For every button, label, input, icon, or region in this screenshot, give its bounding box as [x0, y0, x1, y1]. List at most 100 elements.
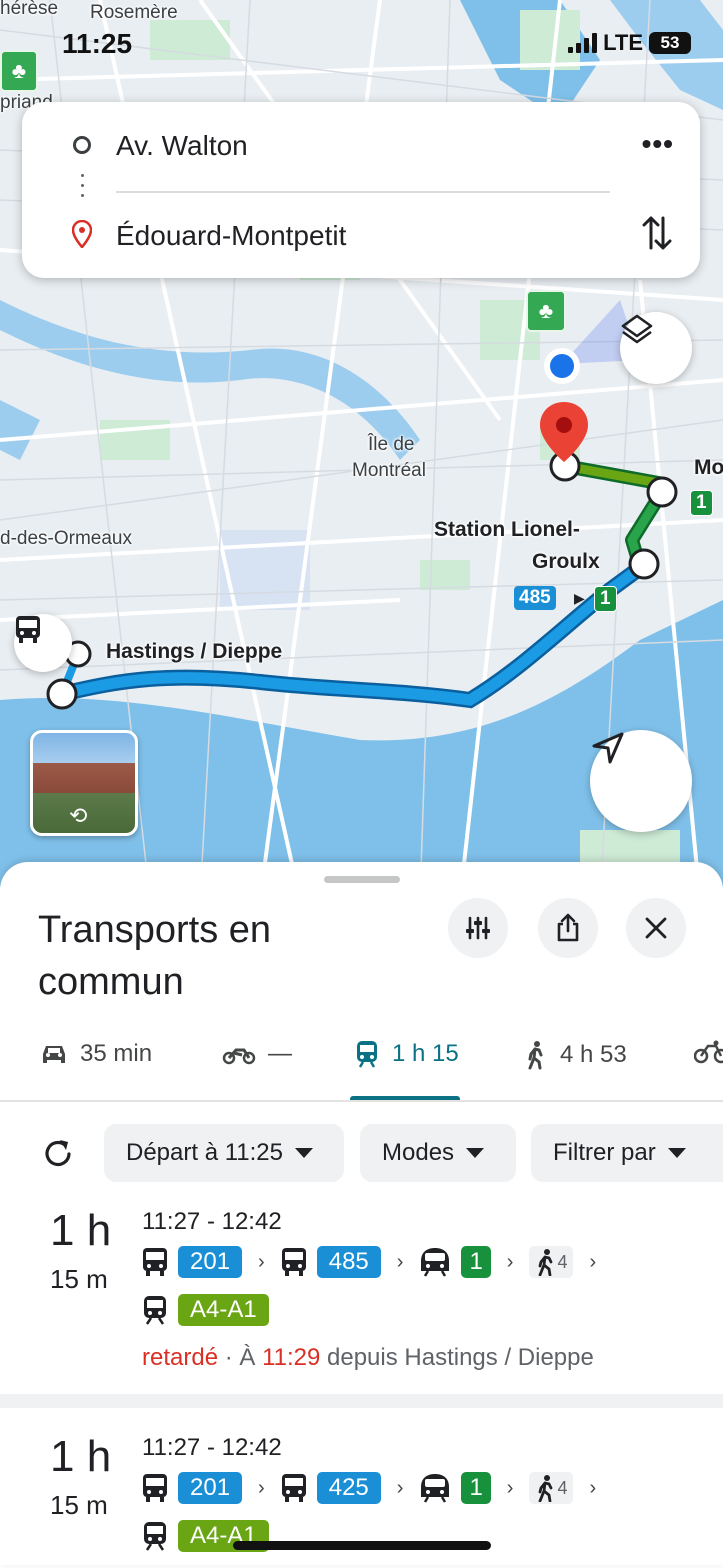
route-card: Av. Walton Édouard-Montpetit ••• — [22, 102, 700, 278]
motorcycle-icon — [222, 1048, 256, 1065]
chevron-down-icon — [295, 1148, 313, 1158]
time-range: 11:27 - 12:42 — [142, 1208, 282, 1235]
station-label[interactable]: Station Lionel- — [434, 518, 580, 542]
swap-vertical-icon[interactable] — [642, 214, 672, 261]
stop-label[interactable]: Hastings / Dieppe — [106, 640, 282, 664]
route-legs: 201 › 485 › 1 › 4 › — [142, 1246, 602, 1278]
bus-icon — [281, 1474, 306, 1502]
departure-time-chip[interactable]: Départ à 11:25 — [104, 1124, 344, 1182]
status-time: 11:25 — [62, 28, 133, 59]
train-icon — [144, 1296, 166, 1325]
map-label: Île de — [368, 434, 415, 455]
chevron-down-icon — [466, 1148, 485, 1158]
chevron-right-icon: › — [258, 1250, 265, 1273]
train-icon — [144, 1522, 166, 1551]
layers-button[interactable] — [620, 312, 692, 384]
close-icon — [645, 917, 667, 939]
metro-line-badge: 1 — [461, 1246, 491, 1278]
walk-icon — [528, 1041, 543, 1070]
battery-icon: 53 — [649, 32, 691, 54]
bus-line-badge: 201 — [178, 1472, 243, 1504]
duration-minutes: 15 m — [50, 1490, 108, 1520]
route-legs: 201 › 425 › 1 › 4 › — [142, 1472, 602, 1504]
close-button[interactable] — [626, 898, 686, 958]
destination-pin-icon — [71, 219, 93, 253]
filters-button[interactable] — [448, 898, 508, 958]
metro-icon — [421, 1474, 450, 1503]
filter-chip[interactable]: Filtrer par — [531, 1124, 723, 1182]
chevron-right-icon: › — [589, 1476, 597, 1499]
walk-minutes: 4 — [557, 1251, 568, 1272]
delayed-time: 11:29 — [262, 1344, 321, 1371]
bus-line-badge: 201 — [178, 1246, 243, 1278]
divider — [116, 191, 610, 193]
destination-pin-icon[interactable] — [540, 402, 588, 462]
tab-transit[interactable]: 1 h 15 — [354, 1040, 459, 1068]
battery-level: 53 — [660, 33, 680, 52]
destination-field[interactable]: Édouard-Montpetit — [116, 220, 346, 252]
realtime-status: retardé · À 11:29 depuis Hastings / Diep… — [142, 1344, 594, 1372]
departure-stop: depuis Hastings / Dieppe — [320, 1344, 594, 1371]
bus-line-badge: 485 — [316, 1246, 381, 1278]
share-icon — [557, 913, 579, 942]
bus-line-badge: 425 — [316, 1472, 381, 1504]
chevron-right-icon: › — [396, 1476, 404, 1499]
separator-text: · À — [218, 1344, 263, 1371]
bus-icon — [281, 1248, 306, 1276]
park-icon: ♣ — [526, 290, 566, 332]
bus-marker-icon[interactable] — [14, 614, 72, 672]
layers-icon — [621, 314, 653, 344]
route-option[interactable]: 1 h 15 m 11:27 - 12:42 201 › 485 › 1 › 4… — [0, 1202, 723, 1392]
tab-motorcycle[interactable]: — — [222, 1040, 292, 1068]
street-view-thumbnail[interactable]: ⟲ — [30, 730, 138, 836]
station-label[interactable]: Mo — [694, 456, 723, 480]
network-label: LTE — [603, 30, 643, 55]
tab-cycling[interactable] — [694, 1040, 723, 1064]
tab-label: 35 min — [80, 1040, 153, 1067]
walk-icon — [539, 1475, 553, 1502]
origin-circle-icon — [73, 136, 91, 154]
route-dots-icon — [81, 174, 84, 204]
park-icon: ♣ — [0, 50, 38, 92]
bus-icon — [143, 1248, 167, 1276]
refresh-button[interactable] — [40, 1136, 80, 1176]
station-label[interactable]: Groulx — [532, 550, 600, 574]
origin-field[interactable]: Av. Walton — [116, 130, 248, 162]
more-horiz-icon[interactable]: ••• — [642, 130, 674, 158]
tab-walking[interactable]: 4 h 53 — [524, 1040, 627, 1070]
sheet-title: Transports en commun — [38, 909, 272, 1003]
rotate-360-icon: ⟲ — [69, 803, 88, 828]
route-legs-continued: A4-A1 — [142, 1294, 269, 1326]
walk-leg: 4 — [529, 1472, 574, 1504]
navigate-button[interactable] — [590, 730, 692, 832]
chevron-down-icon — [667, 1148, 686, 1158]
chevron-right-icon: ▶ — [574, 590, 585, 606]
chip-label: Départ à 11:25 — [126, 1139, 283, 1166]
metro-line-badge: 1 — [594, 586, 617, 612]
tab-label: — — [268, 1040, 292, 1067]
refresh-icon — [45, 1140, 71, 1167]
tune-icon — [466, 916, 490, 940]
tab-label: 1 h 15 — [392, 1040, 459, 1067]
share-button[interactable] — [538, 898, 598, 958]
metro-icon — [421, 1248, 450, 1277]
walk-minutes: 4 — [557, 1477, 568, 1498]
train-line-badge: A4-A1 — [178, 1294, 269, 1326]
chevron-right-icon: › — [396, 1250, 404, 1273]
chevron-right-icon: › — [589, 1250, 597, 1273]
divider — [0, 1100, 723, 1102]
bus-line-badge: 485 — [514, 586, 556, 610]
travel-modes-tabs: 35 min — 1 h 15 4 h 53 — [0, 1040, 723, 1102]
walk-leg: 4 — [529, 1246, 574, 1278]
directions-sheet: Transports en commun 35 min — 1 h 15 4 h… — [0, 862, 723, 1565]
signal-icon — [568, 33, 598, 53]
map-label: Montréal — [352, 460, 426, 481]
transit-icon — [357, 1041, 377, 1068]
modes-chip[interactable]: Modes — [360, 1124, 516, 1182]
tab-driving[interactable]: 35 min — [40, 1040, 152, 1068]
home-indicator[interactable] — [233, 1541, 491, 1550]
status-indicators: LTE 53 — [568, 30, 691, 56]
delay-label: retardé — [142, 1344, 219, 1371]
time-range: 11:27 - 12:42 — [142, 1434, 282, 1461]
sheet-drag-handle[interactable] — [324, 876, 400, 883]
